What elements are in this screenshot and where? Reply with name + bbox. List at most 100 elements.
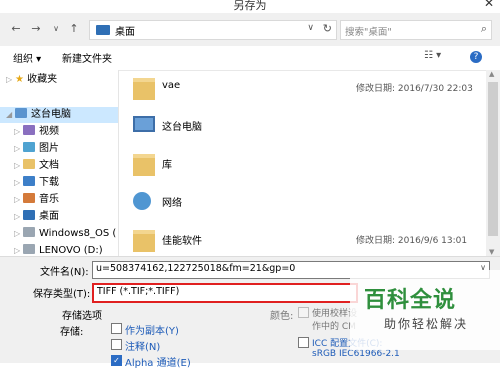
expand-arrow-icon[interactable]: ▷ [14,209,23,225]
vertical-scrollbar[interactable]: ▲ ▼ [486,70,500,256]
file-row-library[interactable]: 库 [119,146,486,184]
storage-label: 存储: [60,327,84,338]
address-text: 桌面 [115,27,135,38]
drive-icon [23,227,35,237]
folder-icon [133,230,155,252]
forward-arrow-icon[interactable]: → [28,21,44,37]
file-row-network[interactable]: 网络 [119,184,486,222]
tree-label: Windows8_OS ( [39,228,117,239]
icc-profile-checkbox[interactable] [298,337,309,348]
save-as-copy-label[interactable]: 作为副本(Y) [125,322,179,337]
watermark-title: 百科全说 [364,288,457,313]
scroll-up-icon[interactable]: ▲ [489,70,494,78]
new-folder-button[interactable]: 新建文件夹 [62,50,112,65]
tree-item-pictures[interactable]: ▷ 图片 [14,141,59,157]
pictures-icon [23,142,35,152]
computer-icon [15,108,27,118]
file-name: 库 [162,160,172,171]
scrollbar-thumb[interactable] [488,82,498,236]
tree-item-windows-os[interactable]: ▷ Windows8_OS ( [14,226,116,242]
tree-item-videos[interactable]: ▷ 视频 [14,124,59,140]
file-modified-date: 修改日期: 2016/9/6 13:01 [356,236,468,246]
tree-item-music[interactable]: ▷ 音乐 [14,192,59,208]
refresh-icon[interactable]: ↻ [323,22,332,35]
icc-profile-value: sRGB IEC61966-2.1 [312,349,400,359]
desktop-folder-icon [96,25,110,35]
file-row-canon-software[interactable]: 佳能软件 修改日期: 2016/9/6 13:01 [119,222,486,256]
expand-arrow-icon[interactable]: ▷ [6,72,15,88]
tree-label: 音乐 [39,194,59,205]
expand-arrow-icon[interactable]: ▷ [14,141,23,157]
save-options-heading: 存储选项 [62,311,102,322]
videos-icon [23,125,35,135]
search-placeholder: 搜索"桌面" [345,27,392,38]
help-icon[interactable]: ? [470,51,482,63]
address-bar[interactable]: 桌面 ∨ ↻ [89,20,337,40]
window-title: 另存为 [233,0,267,12]
collapse-arrow-icon[interactable]: ◢ [6,107,15,123]
filetype-label: 保存类型(T): [33,289,91,300]
search-input[interactable]: 搜索"桌面" ⌕ [340,20,492,40]
file-row-vae[interactable]: vae 修改日期: 2016/7/30 22:03 [119,70,486,108]
tree-label: 收藏夹 [27,74,58,85]
file-row-this-pc[interactable]: 这台电脑 [119,108,486,146]
file-name: 佳能软件 [162,236,202,247]
music-icon [23,193,35,203]
file-name: 这台电脑 [162,122,202,133]
watermark-subtitle: 助你轻松解决 [384,317,469,331]
scroll-down-icon[interactable]: ▼ [489,248,494,256]
star-icon: ★ [15,74,24,85]
drive-icon [23,244,35,254]
expand-arrow-icon[interactable]: ▷ [14,175,23,191]
close-icon[interactable]: ✕ [484,0,494,10]
tree-item-desktop[interactable]: ▷ 桌面 [14,209,59,225]
alpha-channel-checkbox[interactable]: ✓ [111,355,122,366]
downloads-icon [23,176,35,186]
documents-icon [23,159,35,169]
file-name: 网络 [162,198,182,209]
tree-label: LENOVO (D:) [39,245,103,256]
file-list: vae 修改日期: 2016/7/30 22:03 这台电脑 库 网络 佳能软件… [119,70,486,256]
organize-button[interactable]: 组织 ▾ [13,50,41,65]
baike-watermark: 百科全说 助你轻松解决 [350,270,500,350]
tree-label: 桌面 [39,211,59,222]
recent-locations-dropdown-icon[interactable]: ∨ [48,21,64,37]
computer-icon [133,116,155,132]
navigation-bar: ← → ∨ ↑ 桌面 ∨ ↻ 搜索"桌面" ⌕ [0,13,500,47]
command-toolbar: 组织 ▾ 新建文件夹 ☷ ▾ ? [0,46,500,71]
folder-icon [133,78,155,100]
search-icon[interactable]: ⌕ [481,22,487,36]
filetype-value: TIFF (*.TIF;*.TIFF) [97,286,180,297]
filename-label: 文件名(N): [40,267,89,278]
expand-arrow-icon[interactable]: ▷ [14,158,23,174]
tree-label: 图片 [39,143,59,154]
up-arrow-icon[interactable]: ↑ [66,21,82,37]
use-proof-setup-checkbox[interactable] [298,307,309,318]
expand-arrow-icon[interactable]: ▷ [14,226,23,242]
expand-arrow-icon[interactable]: ▷ [14,192,23,208]
tree-label: 下载 [39,177,59,188]
tree-item-this-pc[interactable]: ◢ 这台电脑 [0,107,118,123]
expand-arrow-icon[interactable]: ▷ [14,124,23,140]
tree-item-downloads[interactable]: ▷ 下载 [14,175,59,191]
save-as-copy-checkbox[interactable] [111,323,122,334]
notes-checkbox[interactable] [111,339,122,350]
library-icon [133,154,155,176]
tree-item-documents[interactable]: ▷ 文档 [14,158,59,174]
file-name: vae [162,80,181,91]
view-options-icon[interactable]: ☷ ▾ [424,50,441,61]
address-dropdown-icon[interactable]: ∨ [307,23,314,33]
title-bar: 另存为 ✕ [0,0,500,13]
tree-label: 文档 [39,160,59,171]
tree-item-favorites[interactable]: ▷ ★ 收藏夹 [6,72,57,88]
file-modified-date: 修改日期: 2016/7/30 22:03 [356,84,473,94]
tree-label: 视频 [39,126,59,137]
filename-value: u=508374162,122725018&fm=21&gp=0 [96,263,296,274]
notes-label[interactable]: 注释(N) [125,338,160,353]
tree-item-lenovo-drive[interactable]: ▷ LENOVO (D:) [14,243,103,256]
expand-arrow-icon[interactable]: ▷ [14,243,23,256]
navigation-pane: ▷ ★ 收藏夹 ◢ 这台电脑 ▷ 视频 ▷ 图片 ▷ 文档 ▷ 下载 ▷ 音乐 ▷ 桌面 ▷ Wi… [0,70,118,256]
filetype-select[interactable]: TIFF (*.TIF;*.TIFF) [92,283,358,303]
back-arrow-icon[interactable]: ← [8,21,24,37]
desktop-icon [23,210,35,220]
